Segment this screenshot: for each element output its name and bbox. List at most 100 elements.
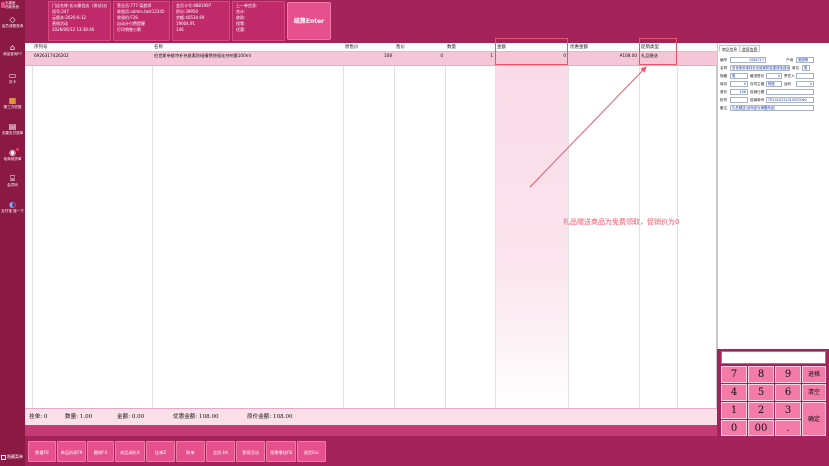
product-info-panel: 商品信息 会员信息 编号 1084717 产地 美国等 名称 伯世斯帝维特补充维… <box>717 43 829 349</box>
backspace-key[interactable]: 退格 <box>802 366 826 383</box>
shop-icon: ⌂ <box>9 43 16 52</box>
checkout-button[interactable]: 结算Enter <box>287 2 331 40</box>
summary-held-orders: 挂单: 0 <box>29 414 48 420</box>
apps-icon: ▦ <box>8 96 17 105</box>
manager-field[interactable] <box>796 73 814 79</box>
key-5[interactable]: 5 <box>748 384 774 401</box>
name-field[interactable]: 伯世斯帝维特补充维素防碰撞锈蚀强化剂剂量100ml <box>730 65 790 71</box>
key-0[interactable]: 0 <box>721 420 747 436</box>
sidebar-item-label: 第三方收银 <box>3 105 22 109</box>
notification-dot <box>16 148 19 151</box>
key-2[interactable]: 2 <box>748 402 774 419</box>
sidebar-item-third-party[interactable]: ▦ 第三方收银 <box>0 96 25 118</box>
min-price-field[interactable]: 0 <box>766 73 782 79</box>
summary-amount: 金额: 0.00 <box>117 414 145 420</box>
sidebar-item-member-query[interactable]: ◇ 会员消费查询 <box>0 15 25 37</box>
menu-toggle-icon <box>1 454 6 460</box>
sidebar-item-label: 支付宝 碰一下 <box>1 209 24 213</box>
sidebar-item-ecommerce[interactable]: ◉ 电商到货单 <box>0 148 25 170</box>
sidebar-item-alipay[interactable]: ◐ 支付宝 碰一下 <box>0 200 25 226</box>
sidebar-item-label: 会员码 <box>7 183 18 187</box>
sidebar-item-label: 会员消费查询 <box>1 24 24 28</box>
key-8[interactable]: 8 <box>748 366 774 383</box>
delete-button[interactable]: 删除F4 <box>87 441 114 462</box>
code-label: 编号 <box>720 58 728 62</box>
item-discount-button[interactable]: 单品折扣F9 <box>57 441 86 462</box>
key-dot[interactable]: . <box>775 420 801 436</box>
confirm-key[interactable]: 确定 <box>802 402 826 436</box>
sidebar-item-times-card[interactable]: ▭ 次卡 <box>0 71 25 93</box>
store-info-panel: 门店名称:长沙康信店（测试分店） 班号:247 云版本:2026-6-12 营销… <box>48 1 111 41</box>
min-price-label: 最低售价 <box>750 74 765 78</box>
app-logo: 天康医 药新系统 <box>0 0 25 14</box>
sidebar-item-label: 电商到货单 <box>3 157 22 161</box>
promo-date-field[interactable] <box>766 89 814 95</box>
tab-product-info[interactable]: 商品信息 <box>719 45 741 52</box>
last-order-discount: 优惠: <box>236 27 246 32</box>
holder-field[interactable]: 阿庭 <box>766 81 782 87</box>
alipay-icon: ◐ <box>9 200 16 209</box>
logo-line-2: 药新系统 <box>5 5 19 9</box>
last-order-panel: 上一单信息: 合计: 收款: 找零: 优惠: <box>232 1 285 41</box>
sidebar-item-product-query[interactable]: ⌂ 商品查询F7 <box>0 43 25 65</box>
spec-field[interactable]: 瓶 <box>730 73 748 79</box>
cashier-info-panel: 营业员:777-某超师 收银员:admin.test12345 收银机:F28 … <box>113 1 170 41</box>
spec-label: 规格 <box>720 74 728 78</box>
price-field[interactable]: 108 <box>730 89 748 95</box>
code-field[interactable]: 1084717 <box>730 57 766 63</box>
sidebar-item-label: 天康支付退单 <box>1 131 24 135</box>
member-info-panel: 会员卡号:8881997 积分:39950 余额:40534.69 19004.… <box>172 1 230 41</box>
order-summary: 挂单: 0 数量: 1.00 金额: 0.00 优惠金额: 108.00 原价金… <box>25 408 717 425</box>
key-7[interactable]: 7 <box>721 366 747 383</box>
key-1[interactable]: 1 <box>721 402 747 419</box>
summary-discount: 优惠金额: 108.00 <box>173 414 219 420</box>
change-button[interactable]: 找零零钱F8 <box>266 441 296 462</box>
bottom-toolbar: 数量F6 单品折扣F9 删除F4 商品调价X 挂单Z 取单 会员卡K 营销活动 … <box>25 436 829 466</box>
key-6[interactable]: 6 <box>775 384 801 401</box>
batch-label: 批号 <box>720 98 728 102</box>
holder-label: 存货主管 <box>750 82 765 86</box>
promo-no-label: 促销单号 <box>750 98 765 102</box>
remark-field[interactable]: 礼品赠送(该商品为满赠商品) <box>730 105 814 111</box>
retrieve-order-button[interactable]: 取单 <box>176 441 205 462</box>
origin-field[interactable]: 美国等 <box>796 57 814 63</box>
sidebar: 天康医 药新系统 ◇ 会员消费查询 ⌂ 商品查询F7 ▭ 次卡 ▦ 第三方收银 … <box>0 0 25 466</box>
stock-field[interactable]: 0 <box>730 81 748 87</box>
manager-label: 责任人 <box>784 74 795 78</box>
marketing-button[interactable]: 营销活动 <box>236 441 265 462</box>
name-label: 名称 <box>720 66 728 70</box>
rebate-field[interactable]: 0 <box>796 81 814 87</box>
diamond-icon: ◇ <box>9 15 16 24</box>
summary-original-amount: 原价金额: 108.00 <box>247 414 293 420</box>
card-icon: ▭ <box>8 71 17 80</box>
hide-menu-button[interactable]: 隐藏菜单 <box>1 451 25 463</box>
key-4[interactable]: 4 <box>721 384 747 401</box>
sidebar-item-label: 次卡 <box>8 80 17 84</box>
sidebar-item-pay-refund[interactable]: ▤ 天康支付退单 <box>0 122 25 144</box>
key-3[interactable]: 3 <box>775 402 801 419</box>
unit-field[interactable]: 瓶 <box>802 65 810 71</box>
keypad-display[interactable] <box>721 351 826 364</box>
promo-no-field[interactable]: TR2024121315020062 <box>766 97 814 103</box>
tab-member-info[interactable]: 会员信息 <box>739 45 761 52</box>
summary-quantity: 数量: 1.00 <box>65 414 93 420</box>
key-00[interactable]: 00 <box>748 420 774 436</box>
hold-order-button[interactable]: 挂单Z <box>146 441 175 462</box>
print-receipt: 打印销售小票 <box>117 27 141 32</box>
stock-label: 库存 <box>720 82 728 86</box>
hide-menu-label: 隐藏菜单 <box>7 454 23 459</box>
quantity-button[interactable]: 数量F6 <box>28 441 56 462</box>
member-card-button[interactable]: 会员卡K <box>206 441 235 462</box>
unit-label: 单位 <box>792 66 800 70</box>
logo-mark-icon <box>1 2 5 8</box>
batch-field[interactable] <box>730 97 748 103</box>
sales-table: 序列号 名称 原售价 售价 数量 金额 优惠金额 促销类型 1.9 692631… <box>25 38 717 408</box>
rebate-label: 返利 <box>784 82 792 86</box>
sidebar-item-member-code[interactable]: ⌸ 会员码 <box>0 174 25 196</box>
pos-window: 天康医 药新系统 ◇ 会员消费查询 ⌂ 商品查询F7 ▭ 次卡 ▦ 第三方收银 … <box>0 0 829 466</box>
return-button[interactable]: 退货Esc <box>297 441 326 462</box>
price-adjust-button[interactable]: 商品调价X <box>115 441 145 462</box>
key-9[interactable]: 9 <box>775 366 801 383</box>
origin-label: 产地 <box>786 58 794 62</box>
clear-key[interactable]: 清空 <box>802 384 826 401</box>
